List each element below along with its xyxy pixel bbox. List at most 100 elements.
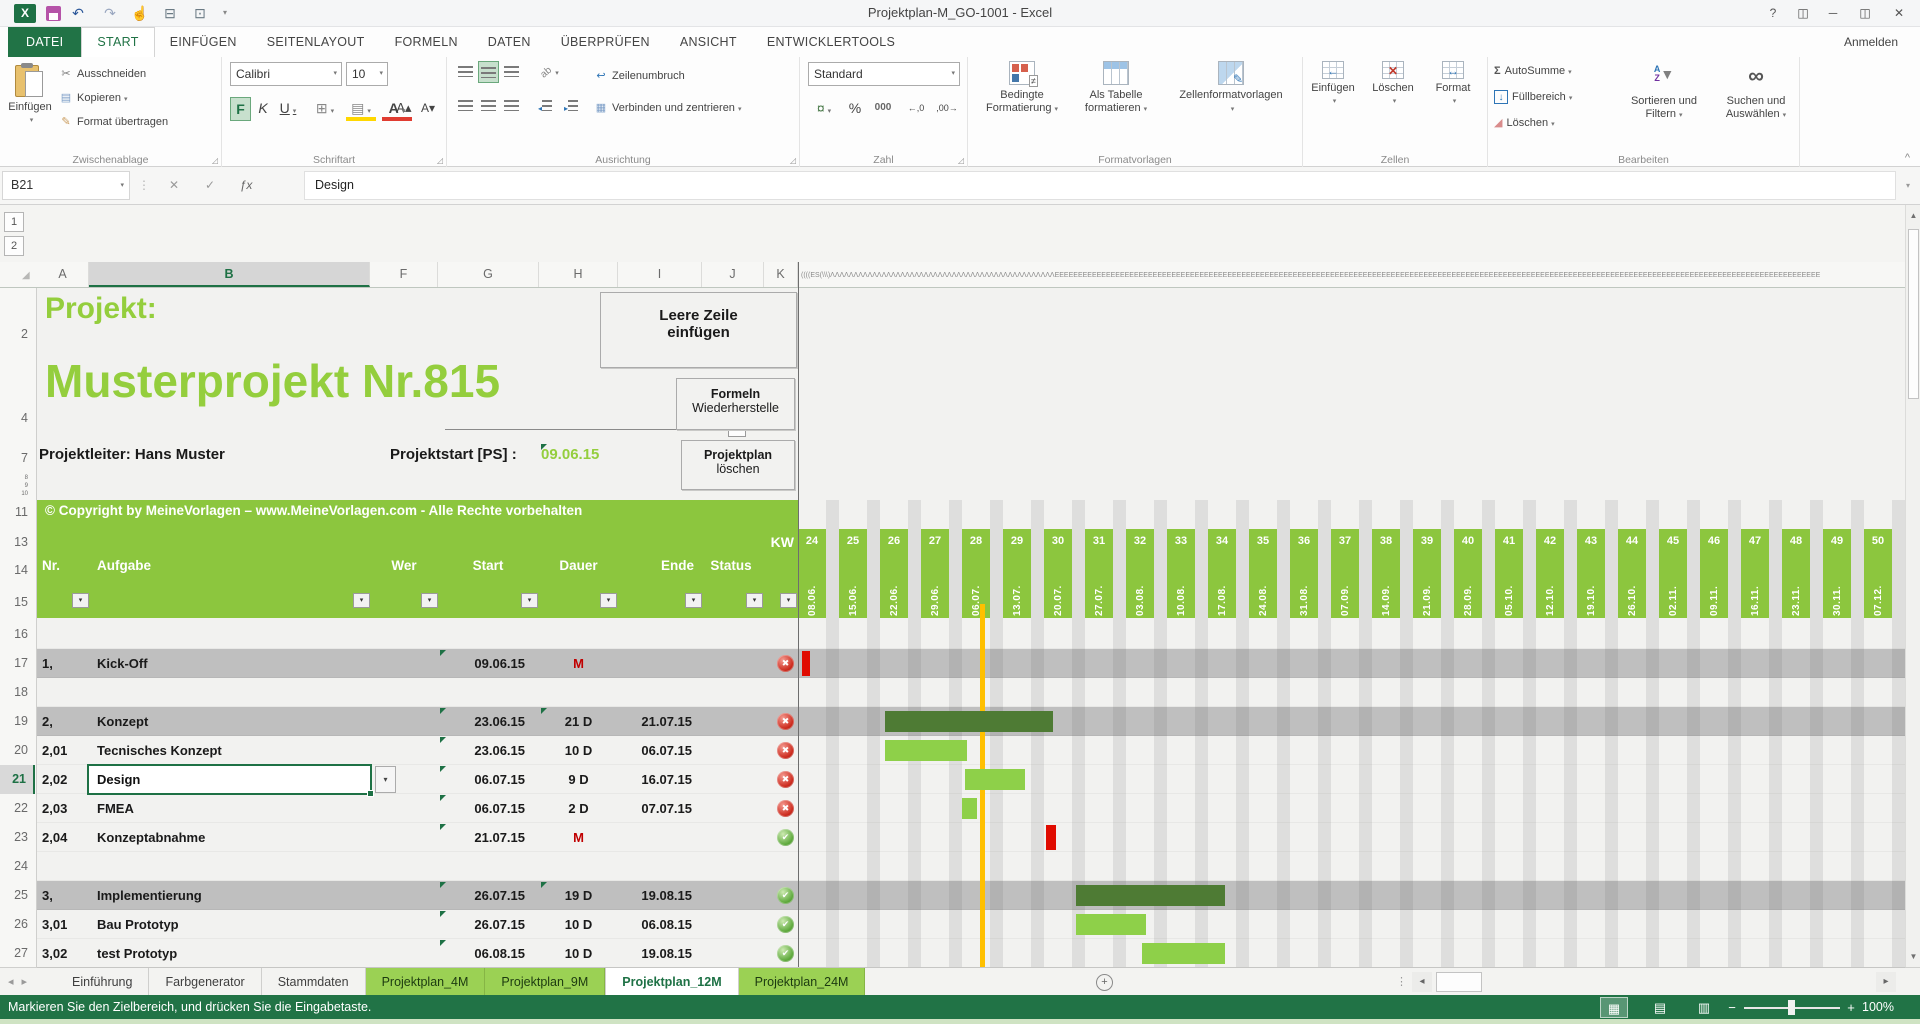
sheet-tab-stammdaten[interactable]: Stammdaten <box>262 968 366 996</box>
shrink-font-button[interactable]: A▾ <box>416 97 440 119</box>
filter-button-b[interactable]: ▾ <box>353 593 370 608</box>
delete-cells-button[interactable]: ✕ Löschen▾ <box>1365 61 1421 106</box>
find-select-button[interactable]: ∞ Suchen undAuswählen▾ <box>1714 61 1798 122</box>
hscroll-left-icon[interactable]: ◂ <box>1412 972 1432 992</box>
dialog-launcher-number[interactable]: ◿ <box>958 156 964 165</box>
conditional-formatting-button[interactable]: ≠ Bedingte Formatierung▾ <box>974 61 1070 116</box>
align-bottom-button[interactable] <box>501 61 522 83</box>
accounting-format-button[interactable]: ¤▾ <box>808 97 840 119</box>
align-top-button[interactable] <box>455 61 476 83</box>
sheet-tab-nav[interactable]: ◂▸ <box>8 968 35 996</box>
filter-button-a[interactable]: ▾ <box>72 593 89 608</box>
ribbon-tab-daten[interactable]: DATEN <box>473 27 546 57</box>
align-middle-button[interactable] <box>478 61 499 83</box>
filter-button-i[interactable]: ▾ <box>685 593 702 608</box>
format-painter-button[interactable]: ✎Format übertragen <box>58 111 168 133</box>
page-layout-view-icon[interactable]: ▤ <box>1646 997 1674 1018</box>
sheet-tab-farbgenerator[interactable]: Farbgenerator <box>149 968 261 996</box>
hscroll-right-icon[interactable]: ▸ <box>1876 972 1896 992</box>
orientation-button[interactable]: ab▾ <box>533 63 567 85</box>
row-header-11[interactable]: 11 <box>0 500 35 524</box>
normal-view-icon[interactable]: ▦ <box>1600 997 1628 1018</box>
filter-button-j[interactable]: ▾ <box>746 593 763 608</box>
help-button[interactable]: ? <box>1758 0 1788 26</box>
row-header-13[interactable]: 13 <box>0 530 35 554</box>
sort-filter-button[interactable]: AZ▼ Sortieren undFiltern▾ <box>1614 61 1714 122</box>
column-header-i[interactable]: I <box>618 262 702 287</box>
font-color-button[interactable]: A▾ <box>382 97 412 121</box>
prev-sheet-icon[interactable]: ◂ <box>8 976 22 988</box>
align-right-button[interactable] <box>501 95 522 117</box>
insert-cells-button[interactable]: ← Einfügen▾ <box>1305 61 1361 106</box>
next-sheet-icon[interactable]: ▸ <box>22 976 36 988</box>
insert-function-icon[interactable]: ƒx <box>230 171 262 200</box>
decrease-indent-button[interactable]: ◂ <box>533 95 557 117</box>
selected-cell-aufgabe[interactable]: Design <box>87 764 372 795</box>
underline-button[interactable]: U▾ <box>274 97 302 121</box>
dialog-launcher-font[interactable]: ◿ <box>437 156 443 165</box>
name-box[interactable]: B21▾ <box>2 171 130 200</box>
increase-decimal-button[interactable]: ←,0 <box>902 97 930 119</box>
insert-empty-row-button[interactable]: Leere Zeileeinfügen <box>600 292 797 368</box>
filter-button-k[interactable]: ▾ <box>780 593 797 608</box>
bold-button[interactable]: F <box>230 97 251 121</box>
row-header-22[interactable]: 22 <box>0 794 35 823</box>
borders-button[interactable]: ⊞▾ <box>310 97 340 121</box>
column-header-j[interactable]: J <box>702 262 764 287</box>
close-button[interactable]: ✕ <box>1884 0 1914 26</box>
row-header-2[interactable]: 2 <box>0 322 35 346</box>
zoom-level[interactable]: 100% <box>1862 995 1894 1019</box>
cell-dropdown-icon[interactable]: ▾ <box>375 766 396 793</box>
italic-button[interactable]: K <box>253 97 273 121</box>
fill-color-button[interactable]: ▤▾ <box>346 97 376 121</box>
column-header-k[interactable]: K <box>764 262 798 287</box>
column-header-f[interactable]: F <box>370 262 438 287</box>
horizontal-scroll-thumb[interactable] <box>1436 972 1482 992</box>
minimize-button[interactable]: ─ <box>1818 0 1848 26</box>
ribbon-tab-start[interactable]: START <box>81 27 154 57</box>
row-header-21[interactable]: 21 <box>0 765 35 794</box>
vertical-scroll-thumb[interactable] <box>1908 229 1919 399</box>
row-header-14[interactable]: 14 <box>0 558 35 582</box>
row-header-18[interactable]: 18 <box>0 678 35 707</box>
percent-style-button[interactable]: % <box>844 97 866 119</box>
clear-button[interactable]: ◢Löschen▾ <box>1494 111 1555 135</box>
restore-button[interactable]: ◫ <box>1850 0 1880 26</box>
delete-plan-button[interactable]: Projektplanlöschen <box>681 440 795 490</box>
comma-style-button[interactable]: 000 <box>868 97 898 119</box>
restore-formulas-button[interactable]: FormelnWiederherstelle <box>676 378 795 430</box>
ribbon-tab-entwicklertools[interactable]: ENTWICKLERTOOLS <box>752 27 910 57</box>
filter-button-g[interactable]: ▾ <box>521 593 538 608</box>
copy-button[interactable]: ▤Kopieren▾ <box>58 87 128 109</box>
align-center-button[interactable] <box>478 95 499 117</box>
merge-center-button[interactable]: ▦Verbinden und zentrieren▾ <box>593 97 741 119</box>
increase-indent-button[interactable]: ▸ <box>559 95 583 117</box>
zoom-out-icon[interactable]: − <box>1724 997 1740 1018</box>
wrap-text-button[interactable]: ↩Zeilenumbruch <box>593 65 685 87</box>
add-sheet-button[interactable]: + <box>1096 974 1113 991</box>
filter-button-f[interactable]: ▾ <box>421 593 438 608</box>
format-as-table-button[interactable]: Als Tabelle formatieren▾ <box>1072 61 1160 116</box>
dialog-launcher-clipboard[interactable]: ◿ <box>212 156 218 165</box>
vertical-scrollbar[interactable]: ▲ ▼ <box>1905 205 1920 967</box>
row-header-7[interactable]: 7 <box>0 446 35 470</box>
cell-styles-button[interactable]: ✎ Zellenformatvorlagen ▾ <box>1162 61 1300 116</box>
row-header-27[interactable]: 27 <box>0 939 35 968</box>
dialog-launcher-alignment[interactable]: ◿ <box>790 156 796 165</box>
sign-in-link[interactable]: Anmelden <box>1844 27 1898 57</box>
font-name-combo[interactable]: Calibri▾ <box>230 62 342 86</box>
confirm-entry-icon[interactable]: ✓ <box>194 171 226 200</box>
scroll-down-icon[interactable]: ▼ <box>1906 948 1920 965</box>
row-header-24[interactable]: 24 <box>0 852 35 881</box>
column-header-g[interactable]: G <box>438 262 539 287</box>
column-header-b[interactable]: B <box>89 262 370 287</box>
sheet-tab-projektplan-9m[interactable]: Projektplan_9M <box>485 968 605 996</box>
fill-button[interactable]: ↓Füllbereich▾ <box>1494 85 1572 109</box>
column-header-h[interactable]: H <box>539 262 618 287</box>
row-header-23[interactable]: 23 <box>0 823 35 852</box>
number-format-combo[interactable]: Standard▾ <box>808 62 960 86</box>
cancel-entry-icon[interactable]: ✕ <box>158 171 190 200</box>
row-header-26[interactable]: 26 <box>0 910 35 939</box>
autosum-button[interactable]: ΣAutoSumme▾ <box>1494 59 1572 83</box>
row-header-8[interactable]: 8 <box>0 474 35 482</box>
